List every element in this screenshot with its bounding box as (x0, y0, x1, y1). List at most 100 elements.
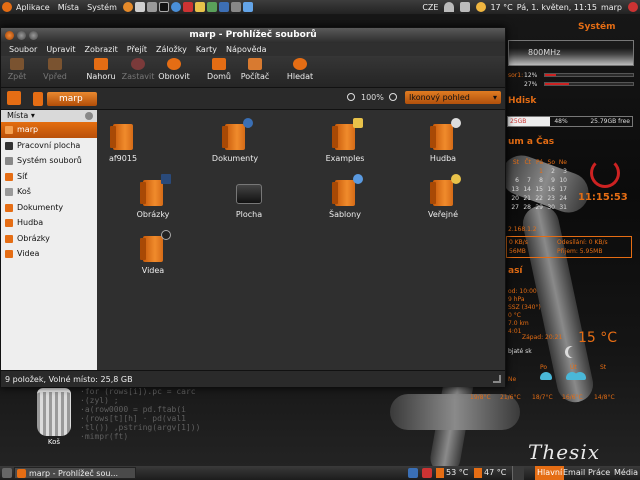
download-launcher-icon[interactable] (242, 2, 253, 12)
volume-icon[interactable] (460, 2, 471, 12)
zoom-out-icon[interactable] (347, 93, 355, 101)
show-desktop-icon[interactable] (2, 468, 12, 478)
ubuntu-logo-icon[interactable] (2, 2, 12, 12)
templates-emblem-icon (353, 174, 363, 184)
weather-sun-icon[interactable] (476, 2, 487, 12)
chevron-down-icon: ▾ (492, 93, 497, 102)
search-button[interactable]: Hledat (285, 58, 315, 81)
firefox-launcher-icon[interactable] (122, 2, 133, 12)
menu-system[interactable]: Systém (83, 3, 121, 12)
editor-launcher-icon[interactable] (206, 2, 217, 12)
weather-temp[interactable]: 17 °C (490, 3, 512, 12)
menu-edit[interactable]: Upravit (46, 45, 75, 54)
weather-sunset: Západ: 20:21 (522, 334, 563, 341)
sidebar-item-videos[interactable]: Videa (1, 246, 97, 262)
file-item-sablony[interactable]: Šablony (305, 174, 385, 219)
file-label: Veřejné (427, 210, 459, 219)
photos-launcher-icon[interactable] (194, 2, 205, 12)
file-item-dokumenty[interactable]: Dokumenty (195, 118, 275, 163)
terminal-launcher-icon[interactable] (158, 2, 169, 12)
up-button[interactable]: Nahoru (85, 58, 117, 81)
file-item-hudba[interactable]: Hudba (403, 118, 483, 163)
weather-line: 0 °C (508, 312, 521, 319)
sidebar-item-documents[interactable]: Dokumenty (1, 200, 97, 216)
menu-view[interactable]: Zobrazit (85, 45, 118, 54)
keyboard-layout[interactable]: CZE (422, 3, 438, 12)
file-item-verejne[interactable]: Veřejné (403, 174, 483, 219)
close-button[interactable] (5, 31, 14, 40)
sidebar-item-label: Koš (17, 187, 31, 196)
templates-folder-icon (332, 174, 363, 206)
forward-button[interactable]: Vpřed (41, 58, 69, 81)
menu-applications[interactable]: Aplikace (12, 3, 54, 12)
conky-disk-header: Hdisk (508, 96, 537, 106)
sidebar-item-pictures[interactable]: Obrázky (1, 231, 97, 247)
breadcrumb-left-arrow-icon[interactable] (33, 92, 43, 106)
wifi-icon[interactable] (444, 2, 455, 12)
sidebar-header[interactable]: Místa ▾ (1, 110, 97, 122)
computer-button[interactable]: Počítač (239, 58, 271, 81)
tray-app-icon[interactable] (422, 468, 432, 478)
sidebar-item-network[interactable]: Síť (1, 169, 97, 185)
calendar-launcher-icon[interactable] (146, 2, 157, 12)
file-view[interactable]: af9015 Dokumenty Examples Hudba Obrázky … (97, 110, 505, 370)
workspace-email[interactable]: Email (563, 466, 585, 480)
menu-bookmarks[interactable]: Záložky (156, 45, 187, 54)
sidebar-item-label: Hudba (17, 218, 44, 227)
stop-button[interactable]: Zastavit (121, 58, 155, 81)
workspace-switcher-handle[interactable] (512, 466, 524, 480)
calendar: St Čt Pá So Ne 123 6 7 8 9 10 13 14 15 16 17 20 21 22 2… (507, 158, 579, 212)
workspace-work[interactable]: Práce (588, 466, 610, 480)
clock[interactable]: Pá, 1. květen, 11:15 (517, 3, 597, 12)
menu-tabs[interactable]: Karty (196, 45, 217, 54)
zoom-in-icon[interactable] (389, 93, 397, 101)
screen-launcher-icon[interactable] (218, 2, 229, 12)
resize-grip-icon[interactable] (493, 375, 501, 383)
sidebar-close-icon[interactable] (85, 112, 93, 120)
sidebar-item-trash[interactable]: Koš (1, 184, 97, 200)
menu-places[interactable]: Místa (54, 3, 83, 12)
power-icon[interactable] (628, 2, 638, 12)
sidebar-item-label: Dokumenty (17, 202, 64, 212)
minimize-button[interactable] (17, 31, 26, 40)
net-box: 0 KB/s 56MB Odesílání: 0 KB/s Přijem: 5.… (506, 236, 632, 258)
menu-go[interactable]: Přejít (127, 45, 147, 54)
chat-launcher-icon[interactable] (170, 2, 181, 12)
window-titlebar[interactable]: marp - Prohlížeč souborů (1, 28, 505, 43)
file-label: Plocha (235, 210, 263, 219)
home-button[interactable]: Domů (205, 58, 233, 81)
sidebar-item-label: Síť (17, 171, 28, 181)
sidebar-item-music[interactable]: Hudba (1, 215, 97, 231)
file-item-plocha[interactable]: Plocha (209, 180, 289, 219)
trash-desktop-icon[interactable]: Koš (32, 388, 76, 446)
edit-location-icon[interactable] (7, 91, 21, 105)
mail-launcher-icon[interactable] (134, 2, 145, 12)
back-button[interactable]: Zpět (5, 58, 29, 81)
reload-label: Obnovit (158, 72, 190, 81)
file-item-videa[interactable]: Videa (113, 230, 193, 275)
cpu2-bar (544, 82, 634, 86)
file-label: af9015 (108, 154, 138, 163)
temperature-icon (436, 468, 444, 478)
workspace-main[interactable]: Hlavní (535, 466, 565, 480)
file-item-obrazky[interactable]: Obrázky (113, 174, 193, 219)
videos-folder-icon (140, 230, 171, 262)
public-folder-icon (430, 174, 461, 206)
reload-button[interactable]: Obnovit (158, 58, 190, 81)
tray-app-icon[interactable] (408, 468, 418, 478)
music-launcher-icon[interactable] (182, 2, 193, 12)
menu-file[interactable]: Soubor (9, 45, 37, 54)
file-item-examples[interactable]: Examples (305, 118, 385, 163)
menu-help[interactable]: Nápověda (226, 45, 267, 54)
cpu-row-pct: 12% (524, 72, 538, 79)
sidebar-header-label: Místa (7, 111, 29, 120)
breadcrumb-marp[interactable]: marp (47, 92, 97, 106)
maximize-button[interactable] (29, 31, 38, 40)
net-total-up: 56MB (509, 248, 526, 255)
settings-launcher-icon[interactable] (230, 2, 241, 12)
file-item-af9015[interactable]: af9015 (83, 124, 163, 163)
user-name[interactable]: marp (601, 3, 622, 12)
workspace-media[interactable]: Média (614, 466, 638, 480)
view-mode-select[interactable]: Ikonový pohled ▾ (405, 91, 501, 104)
taskbar-item-file-manager[interactable]: marp - Prohlížeč sou... (14, 467, 136, 479)
